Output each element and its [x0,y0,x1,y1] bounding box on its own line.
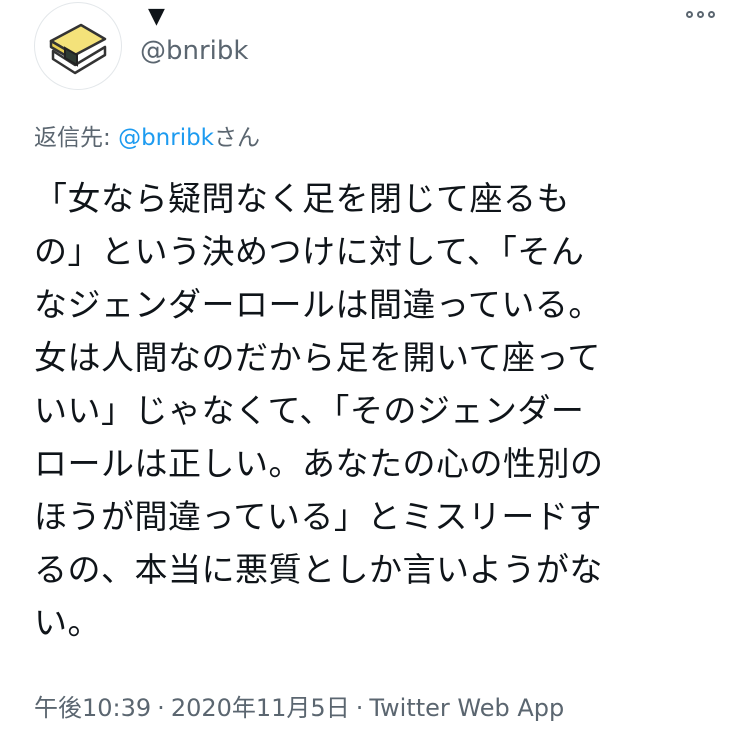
more-options-icon[interactable] [686,6,722,22]
tweet-source[interactable]: Twitter Web App [369,694,564,722]
avatar[interactable] [34,2,122,90]
tweet-meta: 午後10:39 · 2020年11月5日 · Twitter Web App [34,688,564,723]
tweet-time[interactable]: 午後10:39 [34,694,151,722]
tweet-date[interactable]: 2020年11月5日 [171,694,350,722]
reply-to-suffix: さん [214,125,261,151]
reply-to-line: 返信先: @bnribkさん [34,118,260,152]
reply-to-prefix: 返信先: [34,125,119,151]
display-name[interactable]: ▼ [148,4,165,29]
user-handle[interactable]: @bnribk [140,36,248,66]
meta-separator: · [355,694,364,722]
meta-separator: · [157,694,165,722]
reply-mention-link[interactable]: @bnribk [118,125,214,151]
sushi-icon [49,23,107,75]
tweet-text: 「女なら疑問なく足を閉じて座るも の」という決めつけに対して、「そん なジェンダ… [34,179,604,642]
